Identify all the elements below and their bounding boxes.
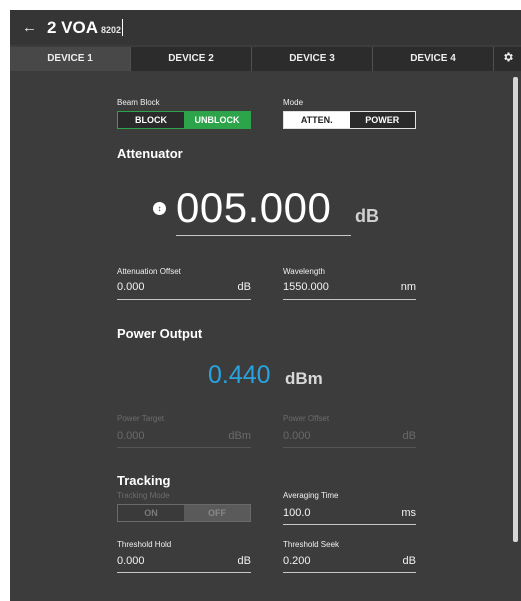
tracking-off-option: OFF bbox=[184, 505, 250, 521]
app-window: ← 2 VOA 8202 DEVICE 1 DEVICE 2 DEVICE 3 … bbox=[10, 10, 521, 601]
threshold-hold-unit: dB bbox=[237, 555, 251, 567]
power-offset-unit: dB bbox=[402, 430, 416, 442]
attenuation-offset-label: Attenuation Offset bbox=[117, 267, 181, 276]
threshold-seek-label: Threshold Seek bbox=[283, 540, 340, 549]
tab-device-3[interactable]: DEVICE 3 bbox=[252, 47, 373, 71]
tracking-heading: Tracking bbox=[117, 473, 171, 488]
scrollbar[interactable] bbox=[513, 77, 518, 542]
power-option[interactable]: POWER bbox=[350, 112, 416, 128]
block-option[interactable]: BLOCK bbox=[118, 112, 184, 128]
power-output-heading: Power Output bbox=[117, 326, 203, 341]
attenuator-heading: Attenuator bbox=[117, 146, 183, 161]
threshold-seek-unit: dB bbox=[402, 555, 416, 567]
beam-block-toggle[interactable]: BLOCK UNBLOCK bbox=[117, 111, 251, 129]
power-output-unit: dBm bbox=[285, 369, 323, 388]
attenuation-offset-unit: dB bbox=[237, 281, 251, 293]
text-cursor bbox=[122, 19, 124, 36]
gear-icon[interactable] bbox=[494, 47, 521, 71]
wavelength-input[interactable]: 1550.000 bbox=[283, 281, 329, 293]
power-offset-label: Power Offset bbox=[283, 414, 330, 423]
title-bar: ← 2 VOA 8202 bbox=[10, 10, 521, 45]
threshold-hold-underline bbox=[117, 572, 251, 573]
power-output-value: 0.440 bbox=[208, 361, 271, 389]
power-target-label: Power Target bbox=[117, 414, 164, 423]
device-panel: Beam Block BLOCK UNBLOCK Mode ATTEN. POW… bbox=[10, 71, 521, 601]
beam-block-label: Beam Block bbox=[117, 98, 160, 107]
attenuation-unit: dB bbox=[355, 206, 379, 226]
tab-device-1[interactable]: DEVICE 1 bbox=[10, 47, 131, 71]
mode-label: Mode bbox=[283, 98, 304, 107]
averaging-time-unit: ms bbox=[401, 507, 416, 519]
averaging-time-underline bbox=[283, 524, 416, 525]
attenuation-offset-underline bbox=[117, 299, 251, 300]
device-tabs: DEVICE 1 DEVICE 2 DEVICE 3 DEVICE 4 bbox=[10, 47, 521, 71]
tracking-mode-toggle: ON OFF bbox=[117, 504, 251, 522]
power-offset-input: 0.000 bbox=[283, 430, 311, 442]
power-offset-underline bbox=[283, 447, 416, 448]
threshold-seek-input[interactable]: 0.200 bbox=[283, 555, 311, 567]
gear-icon-svg bbox=[503, 52, 513, 62]
unblock-option[interactable]: UNBLOCK bbox=[184, 112, 250, 128]
threshold-seek-underline bbox=[283, 572, 416, 573]
threshold-hold-input[interactable]: 0.000 bbox=[117, 555, 145, 567]
wavelength-underline bbox=[283, 299, 416, 300]
atten-option[interactable]: ATTEN. bbox=[284, 112, 350, 128]
attenuator-info-icon[interactable]: ↕ bbox=[153, 202, 166, 215]
power-target-input: 0.000 bbox=[117, 430, 145, 442]
averaging-time-label: Averaging Time bbox=[283, 491, 339, 500]
attenuation-underline bbox=[176, 235, 351, 236]
tab-device-4[interactable]: DEVICE 4 bbox=[373, 47, 494, 71]
tab-device-2[interactable]: DEVICE 2 bbox=[131, 47, 252, 71]
power-target-underline bbox=[117, 447, 251, 448]
mode-toggle[interactable]: ATTEN. POWER bbox=[283, 111, 416, 129]
tracking-on-option: ON bbox=[144, 508, 158, 518]
window-title-model[interactable]: 8202 bbox=[101, 25, 121, 35]
back-arrow-icon[interactable]: ← bbox=[22, 19, 37, 36]
averaging-time-input[interactable]: 100.0 bbox=[283, 507, 311, 519]
wavelength-unit: nm bbox=[400, 281, 416, 293]
tracking-mode-label: Tracking Mode bbox=[117, 491, 170, 500]
attenuation-value[interactable]: 005.000 bbox=[176, 184, 331, 232]
wavelength-label: Wavelength bbox=[283, 267, 325, 276]
threshold-hold-label: Threshold Hold bbox=[117, 540, 172, 549]
window-title[interactable]: 2 VOA bbox=[47, 18, 98, 38]
attenuation-offset-input[interactable]: 0.000 bbox=[117, 281, 145, 293]
power-target-unit: dBm bbox=[228, 430, 251, 442]
